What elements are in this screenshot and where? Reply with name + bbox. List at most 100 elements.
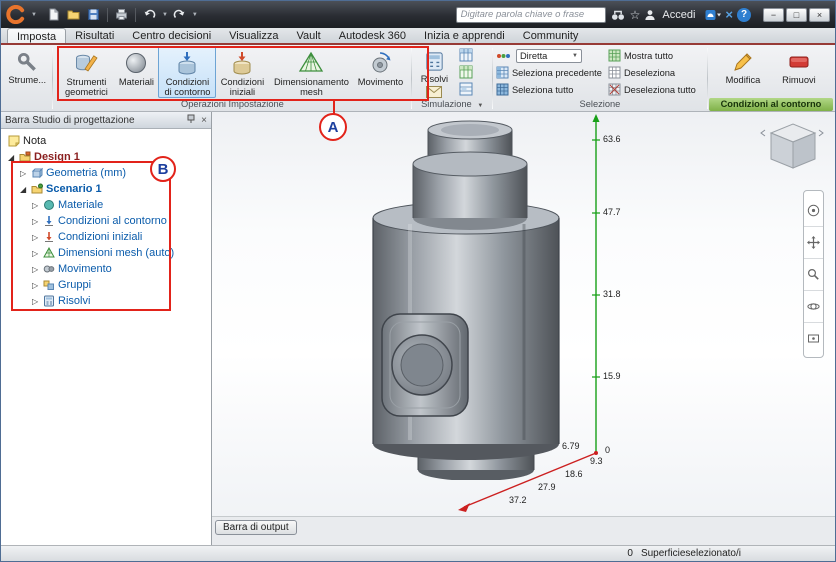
selection-count: 0: [627, 548, 633, 559]
note-icon: [8, 135, 20, 147]
pan-icon[interactable]: [804, 226, 823, 258]
context-panel: Modifica Rimuovi Condizioni al contorno: [708, 46, 833, 111]
tab-visualizza[interactable]: Visualizza: [220, 28, 287, 43]
status-bar: 0 Superficieselezionato/i: [1, 545, 835, 561]
selection-panel-title[interactable]: Selezione: [494, 98, 706, 111]
redo-icon[interactable]: [171, 7, 188, 23]
undo-chevron-icon[interactable]: ▼: [162, 12, 168, 18]
select-previous-button[interactable]: Seleziona precedente: [494, 66, 606, 79]
toolbar-separator: [134, 7, 136, 22]
model-side-boss: [381, 313, 469, 417]
close-document-icon[interactable]: ×: [725, 7, 733, 22]
ribbon-tab-strip: Imposta Risultati Centro decisioni Visua…: [1, 28, 835, 45]
selection-mode-dropdown[interactable]: Diretta ▼: [494, 48, 606, 63]
deselect-all-button[interactable]: Deseleziona tutto: [606, 83, 706, 96]
tab-inizia-e-apprendi[interactable]: Inizia e apprendi: [415, 28, 514, 43]
annotation-box-a: [57, 46, 429, 101]
undo-icon[interactable]: [141, 7, 158, 23]
x-axis-label: 27.9: [538, 482, 556, 492]
deselect-all-icon: [608, 83, 621, 96]
y-axis-label: 47.7: [603, 207, 621, 217]
graphics-area[interactable]: 63.6 47.7 31.8 15.9 0 6.79 9.3 18.6 27.9…: [212, 112, 835, 516]
title-bar: ▼ ▼ ▼ Digitare parola chiave o frase ☆ A…: [1, 1, 835, 28]
tab-community[interactable]: Community: [514, 28, 588, 43]
panel-separator: [706, 48, 708, 109]
tools-icon: [18, 52, 37, 71]
output-strip: Barra di output: [212, 516, 835, 545]
dropdown-chevron-icon: ▼: [571, 52, 578, 59]
tree-item-nota[interactable]: Nota: [1, 133, 211, 149]
y-axis-label: 31.8: [603, 289, 621, 299]
app-menu-chevron-icon[interactable]: ▼: [31, 12, 37, 18]
simulation-jobs-icon[interactable]: [459, 65, 473, 79]
tab-imposta[interactable]: Imposta: [7, 28, 67, 43]
open-file-icon[interactable]: [65, 7, 82, 23]
orbit-icon[interactable]: [804, 290, 823, 322]
annotation-label-b: B: [150, 156, 176, 182]
new-document-icon[interactable]: [45, 7, 62, 23]
look-at-icon[interactable]: [804, 322, 823, 354]
navigation-wheel-icon[interactable]: [804, 194, 823, 226]
binoculars-search-icon[interactable]: [611, 9, 625, 21]
tab-centro-decisioni[interactable]: Centro decisioni: [123, 28, 220, 43]
selection-status-text: Superficieselezionato/i: [640, 548, 741, 559]
select-previous-icon: [496, 66, 509, 79]
select-all-icon: [496, 83, 509, 96]
y-axis-label: 0: [605, 445, 611, 455]
output-bar-button[interactable]: Barra di output: [215, 520, 297, 535]
parametric-table-icon[interactable]: [459, 48, 473, 62]
favorites-star-icon[interactable]: ☆: [630, 9, 641, 21]
3d-model-part[interactable]: [352, 118, 592, 480]
search-input[interactable]: [455, 6, 606, 23]
tab-autodesk-360[interactable]: Autodesk 360: [330, 28, 415, 43]
tab-vault[interactable]: Vault: [287, 28, 329, 43]
redo-chevron-icon[interactable]: ▼: [192, 12, 198, 18]
zoom-icon[interactable]: [804, 258, 823, 290]
user-avatar-icon[interactable]: [644, 9, 656, 21]
pin-panel-icon[interactable]: [186, 114, 196, 127]
simulation-monitor-icon[interactable]: [459, 82, 473, 96]
panel-separator: [491, 48, 493, 109]
tools-panel-title: [3, 98, 51, 111]
direct-selection-icon: [496, 53, 510, 58]
deselect-button[interactable]: Deseleziona: [606, 66, 706, 79]
context-panel-title: Condizioni al contorno: [708, 98, 833, 111]
help-icon[interactable]: ?: [737, 7, 751, 22]
show-all-icon: [608, 49, 621, 62]
annotation-box-b: [11, 161, 171, 311]
y-axis-label: 63.6: [603, 134, 621, 144]
annotation-label-a: A: [319, 113, 347, 141]
sign-in-link[interactable]: Accedi: [662, 9, 695, 21]
quick-access-toolbar: ▼ ▼: [45, 7, 198, 23]
tools-button[interactable]: Strume...: [3, 46, 51, 86]
browser-header: Barra Studio di progettazione ×: [1, 112, 211, 129]
tools-panel: Strume...: [3, 46, 51, 111]
save-icon[interactable]: [85, 7, 102, 23]
select-all-button[interactable]: Seleziona tutto: [494, 83, 606, 96]
tab-risultati[interactable]: Risultati: [66, 28, 123, 43]
minimize-button[interactable]: −: [763, 7, 784, 22]
close-panel-icon[interactable]: ×: [201, 115, 207, 126]
print-icon[interactable]: [113, 7, 130, 23]
edit-pencil-icon: [734, 53, 752, 71]
show-all-button[interactable]: Mostra tutto: [606, 49, 706, 62]
maximize-button[interactable]: □: [786, 7, 807, 22]
panel-chevron-icon: ▼: [477, 103, 484, 109]
edit-button[interactable]: Modifica: [719, 46, 767, 86]
window-controls: − □ ×: [763, 7, 830, 22]
viewcube[interactable]: [760, 116, 824, 176]
deselect-icon: [608, 66, 621, 79]
search-area: ☆: [455, 6, 641, 23]
remove-button[interactable]: Rimuovi: [775, 46, 823, 86]
y-axis-label: 15.9: [603, 371, 621, 381]
navigation-bar: [803, 190, 824, 358]
viewport: 63.6 47.7 31.8 15.9 0 6.79 9.3 18.6 27.9…: [212, 112, 835, 545]
remove-eraser-icon: [789, 56, 809, 68]
app-logo-icon[interactable]: [6, 5, 26, 25]
autodesk360-menu-icon[interactable]: [705, 9, 722, 21]
selection-panel: Diretta ▼ Mostra tutto Seleziona preceden…: [494, 46, 706, 111]
browser-title: Barra Studio di progettazione: [5, 114, 135, 126]
close-button[interactable]: ×: [809, 7, 830, 22]
panel-separator: [52, 48, 54, 109]
x-axis-label: 37.2: [509, 495, 527, 505]
